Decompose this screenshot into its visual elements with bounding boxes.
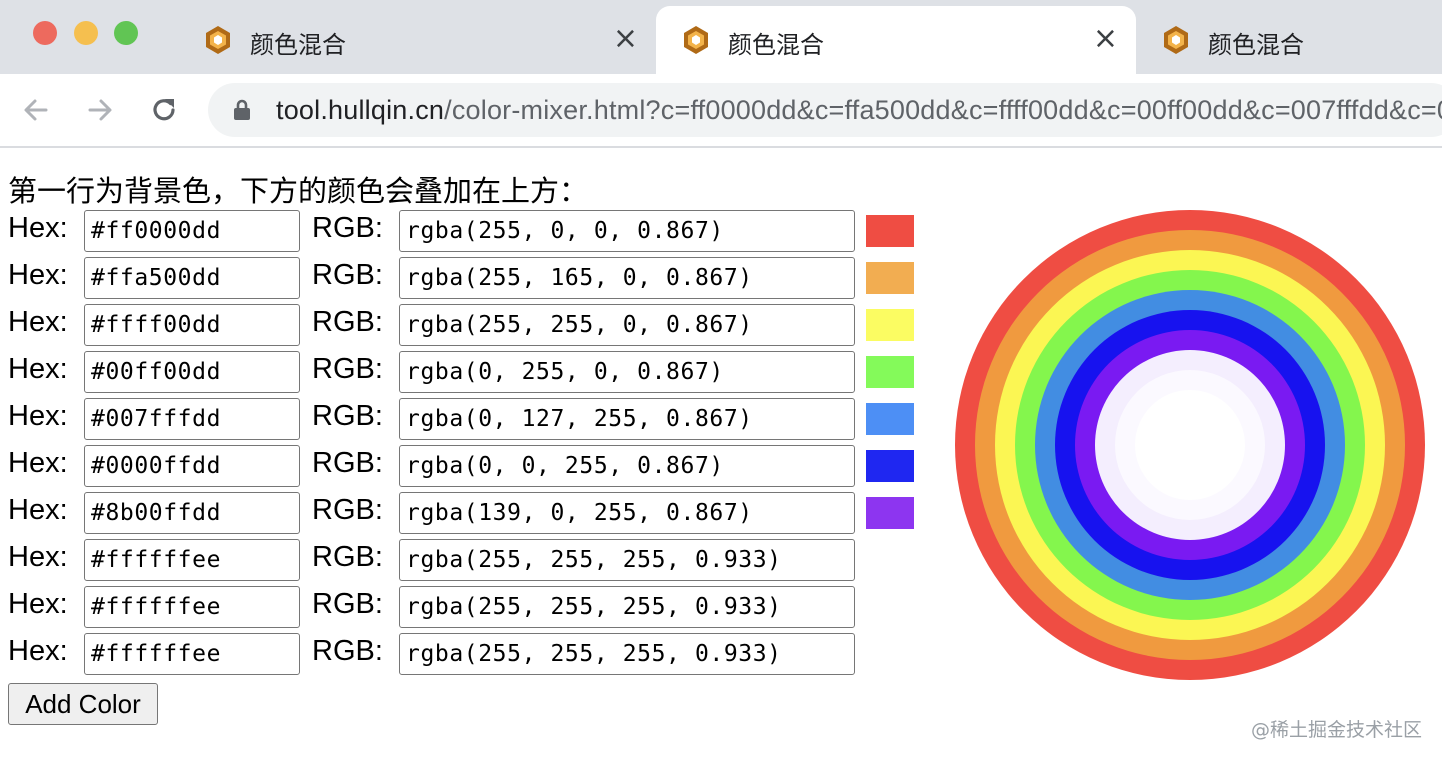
rgb-input[interactable] bbox=[399, 398, 855, 440]
tab-color-mixer-3[interactable]: 颜色混合 bbox=[1136, 6, 1442, 74]
hex-label: Hex: bbox=[8, 259, 68, 291]
color-row: Hex: RGB: bbox=[8, 210, 928, 257]
arrow-left-icon[interactable] bbox=[16, 90, 56, 130]
hex-input[interactable] bbox=[84, 586, 300, 628]
hexagon-logo-icon bbox=[206, 26, 230, 54]
mix-ring bbox=[1135, 390, 1245, 500]
arrow-right-icon[interactable] bbox=[80, 90, 120, 130]
rgb-input[interactable] bbox=[399, 445, 855, 487]
hex-input[interactable] bbox=[84, 633, 300, 675]
rgb-label: RGB: bbox=[312, 588, 383, 620]
hex-input[interactable] bbox=[84, 210, 300, 252]
rgb-label: RGB: bbox=[312, 541, 383, 573]
color-swatch bbox=[866, 262, 914, 294]
hex-input[interactable] bbox=[84, 304, 300, 346]
hex-label: Hex: bbox=[8, 400, 68, 432]
hex-input[interactable] bbox=[84, 539, 300, 581]
rgb-label: RGB: bbox=[312, 212, 383, 244]
hex-label: Hex: bbox=[8, 635, 68, 667]
window-minimize-button[interactable] bbox=[74, 21, 98, 45]
color-row: Hex: RGB: bbox=[8, 633, 928, 680]
rgb-input[interactable] bbox=[399, 257, 855, 299]
tab-color-mixer-1[interactable]: 颜色混合 × bbox=[178, 6, 656, 74]
rgb-label: RGB: bbox=[312, 447, 383, 479]
color-row: Hex: RGB: bbox=[8, 257, 928, 304]
browser-tab-bar: 颜色混合 × 颜色混合 × 颜色混合 bbox=[0, 0, 1442, 74]
hex-label: Hex: bbox=[8, 588, 68, 620]
rgb-label: RGB: bbox=[312, 635, 383, 667]
color-swatch bbox=[866, 403, 914, 435]
rgb-input[interactable] bbox=[399, 633, 855, 675]
rgb-label: RGB: bbox=[312, 494, 383, 526]
page-content: 第一行为背景色，下方的颜色会叠加在上方： Hex:RGB:Hex:RGB:Hex… bbox=[0, 148, 1442, 760]
color-mix-preview bbox=[955, 210, 1425, 680]
color-row: Hex: RGB: bbox=[8, 539, 928, 586]
color-row: Hex: RGB: bbox=[8, 351, 928, 398]
window-close-button[interactable] bbox=[33, 21, 57, 45]
color-swatch bbox=[866, 309, 914, 341]
url-path: /color-mixer.html?c=ff0000dd&c=ffa500dd&… bbox=[444, 95, 1442, 125]
hex-input[interactable] bbox=[84, 492, 300, 534]
lock-icon bbox=[234, 99, 250, 120]
hexagon-logo-icon bbox=[684, 26, 708, 54]
hex-label: Hex: bbox=[8, 353, 68, 385]
address-bar[interactable]: tool.hullqin.cn/color-mixer.html?c=ff000… bbox=[208, 83, 1442, 137]
rgb-label: RGB: bbox=[312, 400, 383, 432]
close-icon[interactable]: × bbox=[613, 22, 638, 56]
hex-label: Hex: bbox=[8, 541, 68, 573]
hex-input[interactable] bbox=[84, 445, 300, 487]
add-color-button[interactable]: Add Color bbox=[8, 683, 158, 725]
color-swatch bbox=[866, 356, 914, 388]
tab-title: 颜色混合 bbox=[250, 31, 346, 59]
color-swatch bbox=[866, 215, 914, 247]
color-row: Hex: RGB: bbox=[8, 492, 928, 539]
hex-label: Hex: bbox=[8, 494, 68, 526]
color-swatch bbox=[866, 497, 914, 529]
rgb-input[interactable] bbox=[399, 210, 855, 252]
rgb-input[interactable] bbox=[399, 586, 855, 628]
tab-color-mixer-2[interactable]: 颜色混合 × bbox=[656, 6, 1136, 74]
tab-title: 颜色混合 bbox=[728, 31, 824, 59]
rgb-label: RGB: bbox=[312, 353, 383, 385]
reload-icon[interactable] bbox=[144, 90, 184, 130]
hex-label: Hex: bbox=[8, 212, 68, 244]
close-icon[interactable]: × bbox=[1093, 22, 1118, 56]
tab-title: 颜色混合 bbox=[1208, 31, 1304, 59]
url-host: tool.hullqin.cn bbox=[276, 95, 445, 125]
watermark: @稀土掘金技术社区 bbox=[1250, 719, 1422, 741]
rgb-label: RGB: bbox=[312, 259, 383, 291]
rgb-input[interactable] bbox=[399, 351, 855, 393]
color-row: Hex: RGB: bbox=[8, 586, 928, 633]
hex-label: Hex: bbox=[8, 306, 68, 338]
url-text: tool.hullqin.cn/color-mixer.html?c=ff000… bbox=[276, 95, 1442, 126]
intro-text: 第一行为背景色，下方的颜色会叠加在上方： bbox=[8, 174, 589, 208]
color-row: Hex: RGB: bbox=[8, 304, 928, 351]
rgb-input[interactable] bbox=[399, 492, 855, 534]
rgb-input[interactable] bbox=[399, 304, 855, 346]
color-swatch bbox=[866, 450, 914, 482]
color-row: Hex: RGB: bbox=[8, 398, 928, 445]
window-zoom-button[interactable] bbox=[114, 21, 138, 45]
browser-toolbar: tool.hullqin.cn/color-mixer.html?c=ff000… bbox=[0, 74, 1442, 148]
hexagon-logo-icon bbox=[1164, 26, 1188, 54]
hex-input[interactable] bbox=[84, 398, 300, 440]
rgb-input[interactable] bbox=[399, 539, 855, 581]
hex-input[interactable] bbox=[84, 351, 300, 393]
rgb-label: RGB: bbox=[312, 306, 383, 338]
hex-label: Hex: bbox=[8, 447, 68, 479]
color-row: Hex: RGB: bbox=[8, 445, 928, 492]
hex-input[interactable] bbox=[84, 257, 300, 299]
